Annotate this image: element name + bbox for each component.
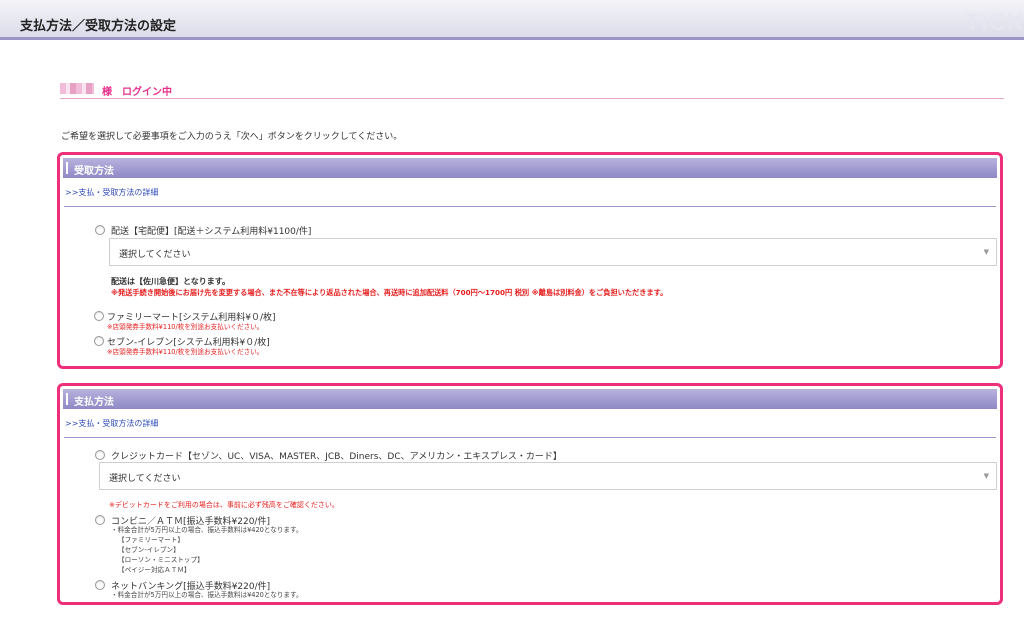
delivery-select-value: 選択してください xyxy=(119,250,191,260)
credit-card-radio[interactable] xyxy=(95,450,105,460)
receive-method-title: 受取方法 xyxy=(74,166,114,177)
receive-detail-link[interactable]: >>支払・受取方法の詳細 xyxy=(65,187,158,198)
section-divider xyxy=(64,206,996,207)
debit-card-warning: ※デビットカードをご利用の場合は、事前に必ず残高をご確認ください。 xyxy=(109,501,339,509)
brand-logo: TICK xyxy=(965,9,1024,36)
cvs-store-familymart: 【ファミリーマート】 xyxy=(118,536,184,544)
cvs-store-lawson: 【ローソン・ミニストップ】 xyxy=(118,556,204,564)
user-name-mask xyxy=(60,83,94,94)
receive-method-panel: 受取方法 >>支払・受取方法の詳細 配送【宅配便】[配送＋システム利用料¥110… xyxy=(57,152,1003,369)
login-status: 様 ログイン中 xyxy=(60,82,1004,99)
page-title: 支払方法／受取方法の設定 xyxy=(20,19,177,34)
delivery-select[interactable]: 選択してください ▼ xyxy=(109,238,997,266)
payment-method-title: 支払方法 xyxy=(74,397,114,408)
section-divider xyxy=(64,437,996,438)
delivery-option-label[interactable]: 配送【宅配便】[配送＋システム利用料¥1100/件] xyxy=(111,224,311,237)
instruction-text: ご希望を選択して必要事項をご入力のうえ「次へ」ボタンをクリックしてください。 xyxy=(61,132,403,142)
seven-eleven-radio[interactable] xyxy=(94,336,104,346)
net-banking-note: ・料金合計が5万円以上の場合、振込手数料は¥420となります。 xyxy=(111,591,303,599)
header-marker xyxy=(66,162,68,174)
credit-card-select[interactable]: 選択してください ▼ xyxy=(99,462,997,490)
page-header: 支払方法／受取方法の設定 TICK xyxy=(0,0,1024,40)
header-marker xyxy=(66,393,68,405)
net-banking-radio[interactable] xyxy=(95,580,105,590)
seven-eleven-fee-note: ※店頭発券手数料¥110/枚を別途お支払いください。 xyxy=(107,348,264,356)
payment-method-panel: 支払方法 >>支払・受取方法の詳細 クレジットカード【セゾン、UC、VISA、M… xyxy=(57,383,1003,605)
credit-card-select-value: 選択してください xyxy=(109,474,181,484)
delivery-radio[interactable] xyxy=(95,225,105,235)
cvs-store-seven-eleven: 【セブン-イレブン】 xyxy=(118,546,180,554)
payment-detail-link[interactable]: >>支払・受取方法の詳細 xyxy=(65,418,158,429)
dropdown-arrow-icon: ▼ xyxy=(983,248,989,256)
dropdown-arrow-icon: ▼ xyxy=(983,472,989,480)
credit-card-option-label[interactable]: クレジットカード【セゾン、UC、VISA、MASTER、JCB、Diners、D… xyxy=(111,449,562,462)
familymart-fee-note: ※店頭発券手数料¥110/枚を別途お支払いください。 xyxy=(107,323,264,331)
delivery-carrier-note: 配送は【佐川急便】となります。 xyxy=(111,277,230,286)
login-status-text: 様 ログイン中 xyxy=(102,87,172,98)
receive-method-header: 受取方法 xyxy=(63,158,997,178)
familymart-radio[interactable] xyxy=(94,311,104,321)
cvs-store-payeasy: 【ペイジー対応ＡＴＭ】 xyxy=(118,566,191,574)
payment-method-header: 支払方法 xyxy=(63,389,997,409)
cvs-note: ・料金合計が5万円以上の場合、振込手数料は¥420となります。 xyxy=(111,526,303,534)
convenience-store-radio[interactable] xyxy=(95,515,105,525)
delivery-warning: ※発送手続き開始後にお届け先を変更する場合、また不在等により返品された場合、再送… xyxy=(111,288,668,297)
